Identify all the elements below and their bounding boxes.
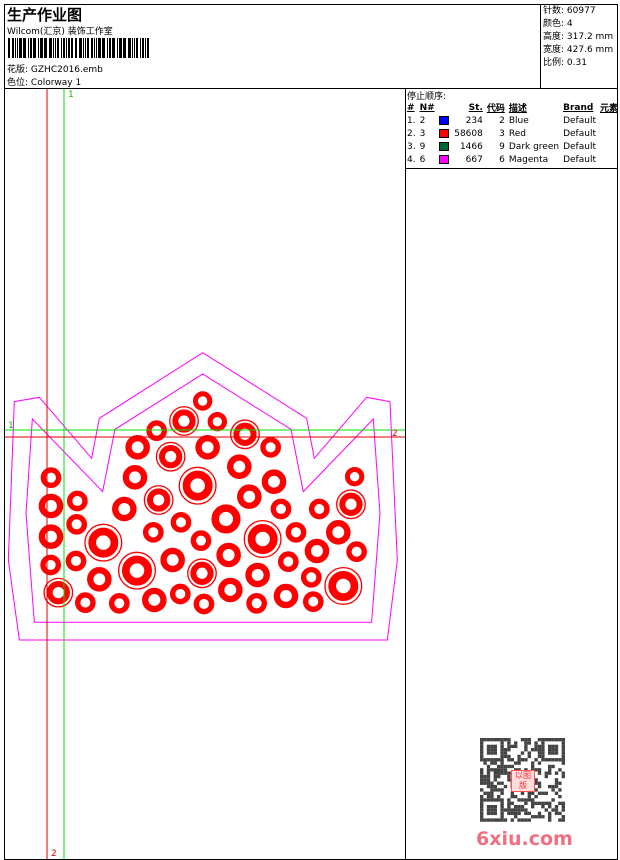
color-swatch xyxy=(438,154,449,164)
design-value: GZHC2016.emb xyxy=(30,65,103,75)
circle-motif xyxy=(87,567,112,592)
circle-motif xyxy=(66,513,88,535)
circle-motif xyxy=(40,467,62,488)
circle-motif xyxy=(155,441,186,472)
marker-red-right: 2 xyxy=(392,429,398,439)
info-stitches: 针数: 60977 xyxy=(543,6,596,16)
circle-motif xyxy=(193,593,215,615)
circle-motif xyxy=(300,566,322,588)
colorway-label: 色位: xyxy=(7,78,29,88)
stop-sequence-table: # N# St. 代码 描述 Brand 元素 1. 2 234 2 Blue Def… xyxy=(405,101,620,166)
circle-motif xyxy=(65,550,87,572)
circle-motif xyxy=(40,554,62,576)
info-height: 高度: 317.2 mm xyxy=(543,32,614,42)
col-brand: Brand xyxy=(563,102,594,113)
col-needle: N# xyxy=(419,102,435,113)
divider xyxy=(540,4,541,88)
color-swatch xyxy=(438,128,449,138)
circle-motif xyxy=(38,524,64,549)
circle-motif xyxy=(218,577,243,603)
design-file: 花版: GZHC2016.emb xyxy=(7,62,103,75)
circle-motif xyxy=(112,496,137,522)
stamp-logo: 以图版 xyxy=(511,770,535,792)
watermark-logo: 6xiu.com xyxy=(476,828,573,850)
marker-green-left: 1 xyxy=(8,421,14,431)
circle-motif xyxy=(146,420,167,442)
circle-motif xyxy=(170,511,192,533)
divider xyxy=(405,168,618,169)
stop-row: 4. 6 667 6 Magenta Default xyxy=(407,154,596,165)
circle-motif xyxy=(125,435,150,460)
circle-motif xyxy=(108,592,130,614)
barcode xyxy=(8,38,149,58)
divider xyxy=(405,88,406,860)
circle-motif xyxy=(336,489,366,520)
circle-motif xyxy=(216,542,241,568)
colorway: 色位: Colorway 1 xyxy=(7,75,81,88)
info-colors: 颜色: 4 xyxy=(543,19,573,29)
circle-motif xyxy=(237,484,262,509)
circle-motif xyxy=(302,591,324,612)
info-width: 宽度: 427.6 mm xyxy=(543,45,614,55)
circle-motif xyxy=(187,558,217,589)
circle-motif xyxy=(142,587,167,613)
circle-motif xyxy=(207,411,228,432)
circle-motif xyxy=(270,498,292,520)
design-info: 针数: 60977 颜色: 4 高度: 317.2 mm 宽度: 427.6 m… xyxy=(543,5,613,70)
circle-motif xyxy=(66,490,88,512)
circle-motif xyxy=(178,466,217,505)
circle-motif xyxy=(74,592,96,613)
circle-motif xyxy=(227,454,252,479)
circle-motif xyxy=(324,566,363,606)
circle-motif xyxy=(245,562,270,588)
circle-motif xyxy=(169,583,191,605)
circle-motif xyxy=(43,577,74,608)
circle-motif xyxy=(84,523,123,562)
col-index: # xyxy=(407,102,415,113)
marker-green-top: 1 xyxy=(68,90,74,100)
stop-row: 2. 3 58608 3 Red Default xyxy=(407,128,596,139)
stop-row: 1. 2 234 2 Blue Default xyxy=(407,115,596,126)
col-stitches: St. xyxy=(468,102,483,113)
circle-motif xyxy=(246,592,267,614)
col-element: 元素 xyxy=(599,104,618,114)
circle-motif xyxy=(260,436,281,458)
col-description: 描述 xyxy=(508,104,527,114)
color-swatch xyxy=(438,141,449,151)
circle-motif xyxy=(38,493,64,519)
circle-motif xyxy=(195,435,220,460)
col-code: 代码 xyxy=(486,104,505,114)
circle-motif xyxy=(211,504,241,534)
circle-motif xyxy=(285,521,307,543)
circle-motif xyxy=(346,541,367,562)
circle-motif xyxy=(122,465,148,490)
circle-motif xyxy=(143,485,174,515)
circle-motif xyxy=(308,498,330,520)
circle-motif xyxy=(326,520,351,545)
circle-motif xyxy=(230,419,260,450)
marker-red-bottom: 2 xyxy=(51,849,57,859)
circle-motif xyxy=(304,538,330,564)
company-name: Wilcom(汇京) 装饰工作室 xyxy=(7,27,113,37)
circle-motif xyxy=(277,551,299,572)
circle-motif xyxy=(273,583,299,609)
color-swatch xyxy=(438,115,449,125)
page-title: 生产作业图 xyxy=(7,6,83,24)
circle-motif xyxy=(142,521,164,543)
circle-motif xyxy=(117,551,157,590)
stop-row: 3. 9 1466 9 Dark green Default xyxy=(407,141,596,152)
circle-motif xyxy=(344,466,365,487)
design-canvas[interactable]: 1 1 2 2 xyxy=(5,89,405,859)
circle-motif xyxy=(261,469,287,494)
circle-motif xyxy=(192,391,213,411)
circle-motif xyxy=(160,547,185,573)
circle-motif xyxy=(169,406,199,436)
info-scale: 比例: 0.31 xyxy=(543,58,587,68)
circle-motif xyxy=(243,519,282,559)
circle-motif xyxy=(190,530,212,551)
design-label: 花版: xyxy=(7,65,29,75)
colorway-value: Colorway 1 xyxy=(30,78,82,88)
